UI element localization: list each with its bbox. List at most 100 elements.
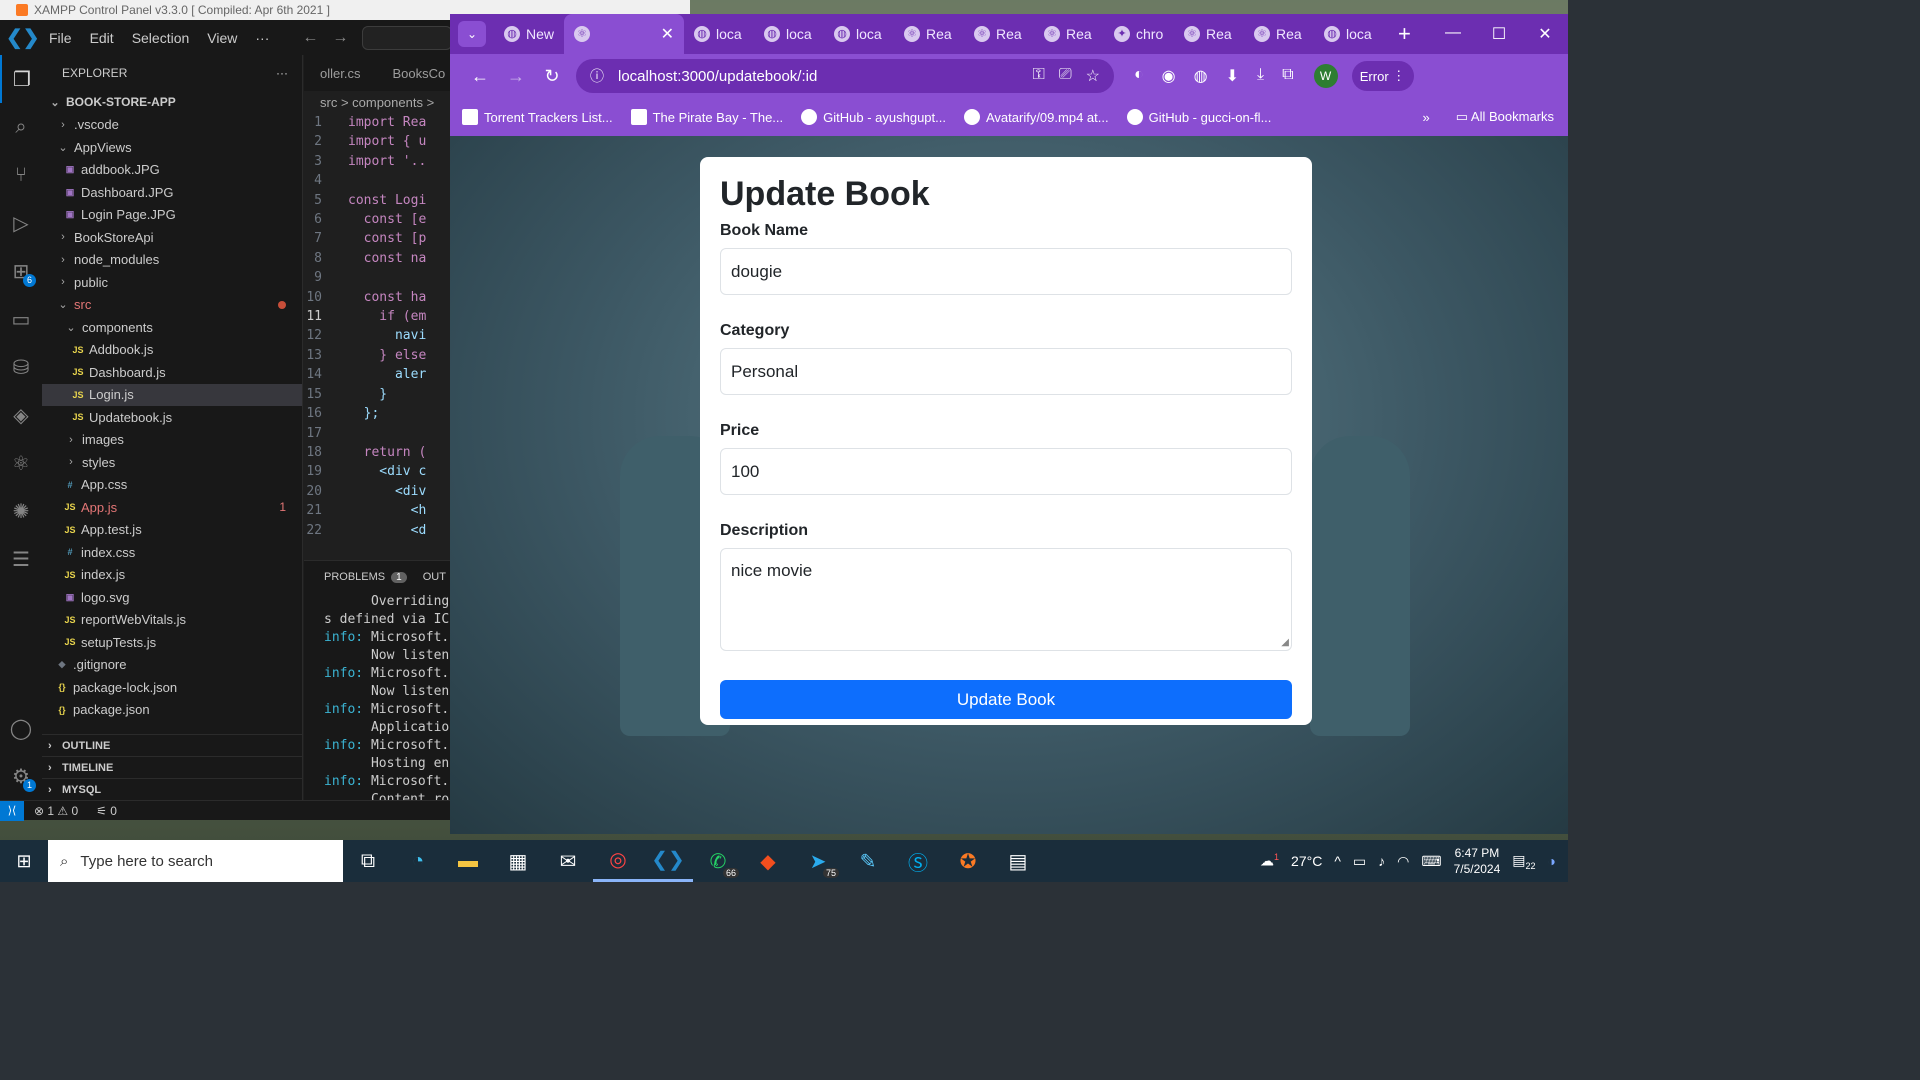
file-item[interactable]: JS Login.js: [42, 383, 302, 406]
bookmark-item[interactable]: Torrent Trackers List...: [462, 109, 613, 125]
file-item[interactable]: # index.css: [42, 541, 302, 564]
chatgpt-icon[interactable]: ✺: [0, 487, 42, 535]
install-app-icon[interactable]: ⎚: [1059, 66, 1072, 86]
section-timeline[interactable]: › TIMELINE: [42, 756, 303, 778]
all-bookmarks-button[interactable]: ▭ All Bookmarks: [1456, 109, 1554, 125]
more-bookmarks-icon[interactable]: »: [1423, 110, 1430, 125]
code-line[interactable]: 13 } else: [304, 346, 452, 365]
chrome-icon[interactable]: ◎: [593, 840, 643, 882]
chevron-up-icon[interactable]: ^: [1334, 853, 1341, 869]
notifications-icon[interactable]: ▤22: [1512, 852, 1535, 871]
clock[interactable]: 6:47 PM 7/5/2024: [1454, 845, 1501, 877]
code-line[interactable]: 18 return (: [304, 443, 452, 462]
errors-status[interactable]: ⊗ 1 ⚠ 0: [34, 804, 78, 818]
cmd-icon[interactable]: ▤: [993, 840, 1043, 882]
url-text[interactable]: localhost:3000/updatebook/:id: [618, 68, 817, 85]
code-line[interactable]: 21 <h: [304, 501, 452, 520]
code-line[interactable]: 6 const [e: [304, 210, 452, 229]
file-explorer-icon[interactable]: ▬: [443, 840, 493, 882]
file-item[interactable]: JS setupTests.js: [42, 631, 302, 654]
section-outline[interactable]: › OUTLINE: [42, 734, 303, 756]
menu-edit[interactable]: Edit: [81, 30, 123, 46]
folder-item[interactable]: › node_modules: [42, 249, 302, 272]
task-view-icon[interactable]: ⧉: [343, 840, 393, 882]
explorer-icon[interactable]: ❐: [0, 55, 42, 103]
command-center[interactable]: [362, 25, 452, 50]
code-line[interactable]: 2 import { u: [304, 132, 452, 151]
browser-tab[interactable]: ⚛ Rea: [1034, 14, 1104, 54]
paint-icon[interactable]: ✎: [843, 840, 893, 882]
account-icon[interactable]: ◯: [0, 704, 42, 752]
resize-grip-icon[interactable]: ◢: [1281, 637, 1289, 648]
file-item[interactable]: ◆ .gitignore: [42, 654, 302, 677]
database-icon[interactable]: ⛁: [0, 343, 42, 391]
keyboard-icon[interactable]: ⌨: [1421, 853, 1441, 870]
code-line[interactable]: 17: [304, 424, 452, 443]
menu-view[interactable]: View: [198, 30, 246, 46]
site-info-icon[interactable]: ⓘ: [590, 66, 604, 86]
code-line[interactable]: 11 if (em: [304, 307, 452, 326]
close-tab-icon[interactable]: ✕: [661, 24, 674, 44]
code-line[interactable]: 19 <div c: [304, 462, 452, 481]
browser-tab[interactable]: ⚛ Rea: [1174, 14, 1244, 54]
forward-arrow-icon[interactable]: →: [332, 29, 348, 47]
code-line[interactable]: 14 aler: [304, 365, 452, 384]
mail-icon[interactable]: ✉: [543, 840, 593, 882]
folder-item[interactable]: ⌄ src: [42, 294, 302, 317]
file-item[interactable]: JS App.test.js: [42, 519, 302, 542]
wifi-icon[interactable]: ◠: [1397, 853, 1409, 870]
folder-item[interactable]: ⌄ AppViews: [42, 136, 302, 159]
xampp-icon[interactable]: ✪: [943, 840, 993, 882]
store-icon[interactable]: ▦: [493, 840, 543, 882]
volume-icon[interactable]: ♪: [1378, 853, 1385, 869]
code-lines[interactable]: 1 import Rea 2 import { u 3 import '.. 4 5 const…: [304, 113, 452, 540]
extension-icon[interactable]: ◐: [1134, 66, 1144, 86]
menu-file[interactable]: File: [40, 30, 81, 46]
new-tab-icon[interactable]: +: [1398, 21, 1411, 47]
bookmark-item[interactable]: Avatarify/09.mp4 at...: [963, 109, 1109, 125]
tab-problems[interactable]: PROBLEMS: [324, 571, 385, 583]
code-line[interactable]: 3 import '..: [304, 152, 452, 171]
figma-icon[interactable]: ◆: [743, 840, 793, 882]
extensions-icon[interactable]: ⊞ 6: [0, 247, 42, 295]
menu-selection[interactable]: Selection: [123, 30, 199, 46]
description-textarea[interactable]: nice movie ◢: [720, 548, 1292, 651]
error-menu-button[interactable]: Error ⋮: [1351, 61, 1414, 91]
remote-explorer-icon[interactable]: ▭: [0, 295, 42, 343]
code-line[interactable]: 20 <div: [304, 482, 452, 501]
ports-status[interactable]: ⚟ 0: [96, 804, 117, 818]
taskbar-search[interactable]: ⌕ Type here to search: [48, 840, 343, 882]
remote-indicator-icon[interactable]: ⟩⟨: [0, 800, 24, 821]
file-item[interactable]: JS App.js 1: [42, 496, 302, 519]
folder-item[interactable]: › styles: [42, 451, 302, 474]
file-item[interactable]: JS Dashboard.js: [42, 361, 302, 384]
extension-icon[interactable]: ◉: [1162, 66, 1176, 86]
vscode-icon[interactable]: ❮❯: [643, 840, 693, 882]
download-icon[interactable]: ⬇: [1226, 66, 1239, 86]
reload-icon[interactable]: ↻: [534, 66, 570, 87]
skype-icon[interactable]: Ⓢ: [893, 840, 943, 882]
tab-search-icon[interactable]: ⌄: [458, 21, 486, 47]
code-line[interactable]: 1 import Rea: [304, 113, 452, 132]
telegram-icon[interactable]: ➤ 75: [793, 840, 843, 882]
terminal-output[interactable]: Overriding s defined via IC info: Microsof…: [304, 593, 452, 800]
editor-tab[interactable]: oller.cs: [304, 66, 376, 81]
code-line[interactable]: 16 };: [304, 404, 452, 423]
file-item[interactable]: JS index.js: [42, 564, 302, 587]
code-line[interactable]: 9: [304, 268, 452, 287]
layers-icon[interactable]: ◈: [0, 391, 42, 439]
bookmark-item[interactable]: GitHub - ayushgupt...: [801, 109, 946, 125]
address-bar[interactable]: ⓘ localhost:3000/updatebook/:id ⚿ ⎚ ☆: [576, 59, 1114, 93]
category-input[interactable]: Personal: [720, 348, 1292, 395]
browser-tab[interactable]: ◍ loca: [754, 14, 824, 54]
forward-icon[interactable]: →: [498, 66, 534, 87]
browser-tab[interactable]: ⚛ Rea: [1244, 14, 1314, 54]
browser-tab[interactable]: ⚛ Rea: [964, 14, 1034, 54]
run-debug-icon[interactable]: ▷: [0, 199, 42, 247]
menu-more[interactable]: ···: [246, 30, 278, 46]
book-name-input[interactable]: dougie: [720, 248, 1292, 295]
file-item[interactable]: ▣ addbook.JPG: [42, 159, 302, 182]
workspace-root[interactable]: ⌄ BOOK-STORE-APP: [42, 91, 302, 114]
file-item[interactable]: ▣ Dashboard.JPG: [42, 181, 302, 204]
minimize-icon[interactable]: —: [1430, 24, 1476, 44]
